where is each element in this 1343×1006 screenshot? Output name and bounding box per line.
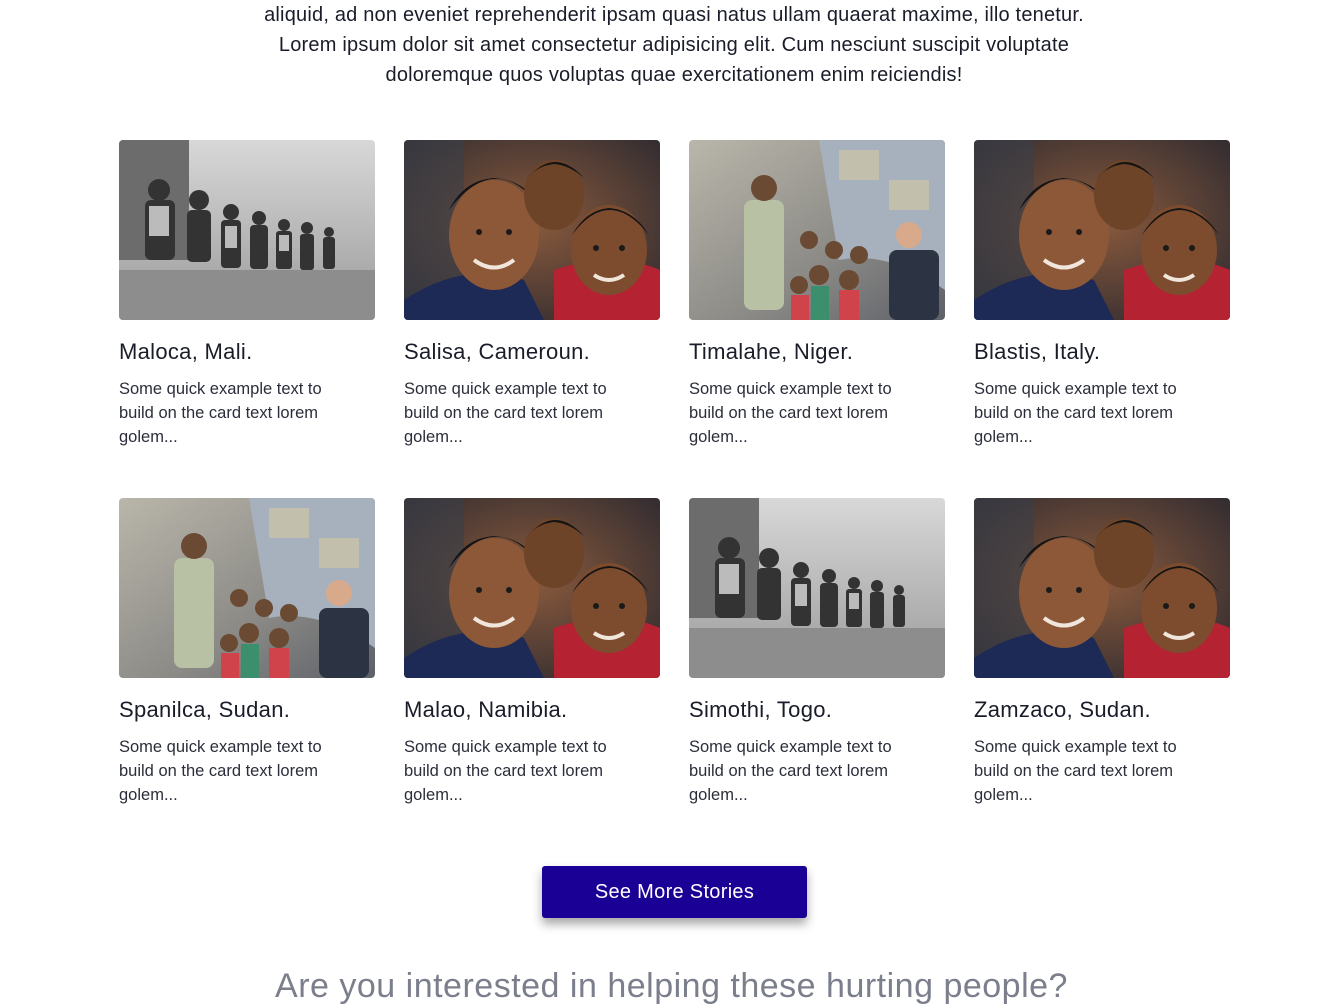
story-card[interactable]: Blastis, Italy. Some quick example text … xyxy=(974,140,1230,449)
story-title[interactable]: Timalahe, Niger. xyxy=(689,340,945,364)
story-text: Some quick example text to build on the … xyxy=(689,738,892,804)
volunteer-with-children-photo xyxy=(119,498,375,678)
story-card[interactable]: Spanilca, Sudan. Some quick example text… xyxy=(119,498,375,807)
story-text: Some quick example text to build on the … xyxy=(689,380,892,446)
story-title[interactable]: Spanilca, Sudan. xyxy=(119,698,375,722)
story-card[interactable]: Salisa, Cameroun. Some quick example tex… xyxy=(404,140,660,449)
story-title[interactable]: Blastis, Italy. xyxy=(974,340,1230,364)
story-card[interactable]: Zamzaco, Sudan. Some quick example text … xyxy=(974,498,1230,807)
story-text: Some quick example text to build on the … xyxy=(119,738,322,804)
smiling-boys-photo xyxy=(974,140,1230,320)
story-title[interactable]: Maloca, Mali. xyxy=(119,340,375,364)
volunteer-with-children-photo xyxy=(689,140,945,320)
story-title[interactable]: Malao, Namibia. xyxy=(404,698,660,722)
intro-line-3: doloremque quos voluptas quae exercitati… xyxy=(385,64,963,86)
children-line-grayscale-photo xyxy=(689,498,945,678)
story-title[interactable]: Simothi, Togo. xyxy=(689,698,945,722)
intro-line-1: aliquid, ad non eveniet reprehenderit ip… xyxy=(264,4,1084,26)
story-card[interactable]: Maloca, Mali. Some quick example text to… xyxy=(119,140,375,449)
story-card[interactable]: Malao, Namibia. Some quick example text … xyxy=(404,498,660,807)
children-line-grayscale-photo xyxy=(119,140,375,320)
see-more-stories-button[interactable]: See More Stories xyxy=(542,866,807,918)
story-title[interactable]: Zamzaco, Sudan. xyxy=(974,698,1230,722)
story-title[interactable]: Salisa, Cameroun. xyxy=(404,340,660,364)
smiling-boys-photo xyxy=(404,498,660,678)
story-text: Some quick example text to build on the … xyxy=(404,738,607,804)
story-card[interactable]: Simothi, Togo. Some quick example text t… xyxy=(689,498,945,807)
story-text: Some quick example text to build on the … xyxy=(974,738,1177,804)
story-card[interactable]: Timalahe, Niger. Some quick example text… xyxy=(689,140,945,449)
story-text: Some quick example text to build on the … xyxy=(404,380,607,446)
smiling-boys-photo xyxy=(974,498,1230,678)
intro-paragraph: aliquid, ad non eveniet reprehenderit ip… xyxy=(200,0,1148,90)
intro-line-2: Lorem ipsum dolor sit amet consectetur a… xyxy=(278,34,1070,56)
section-heading: Are you interested in helping these hurt… xyxy=(275,967,1068,1005)
story-text: Some quick example text to build on the … xyxy=(974,380,1177,446)
story-text: Some quick example text to build on the … xyxy=(119,380,322,446)
smiling-boys-photo xyxy=(404,140,660,320)
